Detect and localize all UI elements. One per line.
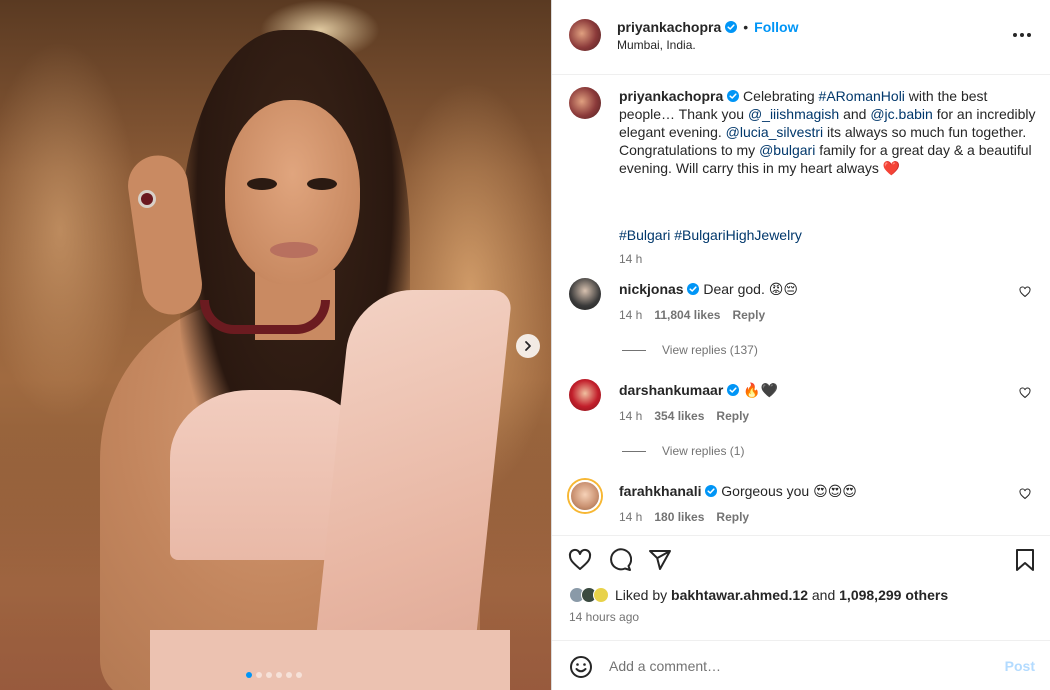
comment-likes[interactable]: 11,804 likes [654,308,720,322]
post-location[interactable]: Mumbai, India. [617,38,696,52]
comment-composer: Post [552,640,1050,690]
carousel-indicator [246,672,302,678]
carousel-dot [276,672,282,678]
heart-emoji: ❤️ [882,160,901,176]
verified-badge-icon [725,21,738,33]
emoji-icon[interactable] [569,655,593,679]
caption-time: 14 h [619,252,643,266]
next-media-button[interactable] [516,334,540,358]
liker-avatar [593,587,609,603]
follow-button[interactable]: Follow [754,19,798,35]
post-actions [552,535,1050,583]
comment-item: farahkhanali Gorgeous you 😍😍😍 14 h 180 l… [569,480,1039,535]
ring [138,190,156,208]
bookmark-icon[interactable] [1013,548,1037,572]
separator: • [743,19,749,35]
view-replies-button[interactable]: View replies (1) [622,444,744,458]
comment-input[interactable] [609,654,989,678]
comment-text: Gorgeous you 😍😍😍 [721,483,857,499]
reply-button[interactable]: Reply [732,308,765,322]
comment-time: 14 h [619,308,643,322]
commenter-username[interactable]: darshankumaar [619,382,723,398]
mention-link[interactable]: @lucia_silvestri [726,124,823,140]
carousel-dot [296,672,302,678]
comment-text: 🔥🖤 [743,382,778,398]
caption-username[interactable]: priyankachopra [619,88,723,104]
comment-item: darshankumaar 🔥🖤 14 h 354 likes Reply [569,379,1039,439]
more-options-button[interactable] [1010,26,1034,44]
others-link[interactable]: 1,098,299 others [839,587,948,603]
author-username[interactable]: priyankachopra [617,19,721,35]
photo-subject [80,30,513,690]
heart-icon[interactable] [1019,286,1031,298]
post-panel: priyankachopra • Follow Mumbai, India. p… [551,0,1050,690]
commenter-avatar[interactable] [569,379,601,411]
caption-text: priyankachopra Celebrating #ARomanHoli w… [619,88,1036,176]
comments-section[interactable]: priyankachopra Celebrating #ARomanHoli w… [552,75,1050,535]
post-timestamp[interactable]: 14 hours ago [569,610,639,624]
caption-hashtags[interactable]: #Bulgari #BulgariHighJewelry [619,227,802,243]
author-avatar[interactable] [569,19,601,51]
commenter-username[interactable]: nickjonas [619,281,684,297]
carousel-dot [246,672,252,678]
comment-icon[interactable] [608,548,632,572]
carousel-dot [286,672,292,678]
hashtag-link[interactable]: #ARomanHoli [819,88,905,104]
comment-text: Dear god. 😡😔 [703,281,798,297]
comment-likes[interactable]: 354 likes [654,409,704,423]
comment-time: 14 h [619,409,643,423]
mention-link[interactable]: @_iiishmagish [748,106,839,122]
verified-badge-icon [705,485,718,497]
verified-badge-icon [727,90,740,102]
more-dots-icon [1013,33,1017,37]
comment-time: 14 h [619,510,643,524]
verified-badge-icon [687,283,700,295]
commenter-avatar[interactable] [569,278,601,310]
post-media[interactable] [0,0,551,690]
chevron-right-icon [525,341,531,351]
comment-item: nickjonas Dear god. 😡😔 14 h 11,804 likes… [569,278,1039,338]
post-comment-button[interactable]: Post [1005,658,1035,674]
heart-icon[interactable] [568,548,592,572]
commenter-avatar[interactable] [569,480,601,512]
mention-link[interactable]: @bulgari [759,142,815,158]
reply-button[interactable]: Reply [716,409,749,423]
share-icon[interactable] [648,548,672,572]
likes-summary: Liked by bakhtawar.ahmed.12 and 1,098,29… [569,587,948,603]
mention-link[interactable]: @jc.babin [870,106,932,122]
comment-likes[interactable]: 180 likes [654,510,704,524]
heart-icon[interactable] [1019,488,1031,500]
reply-button[interactable]: Reply [716,510,749,524]
heart-icon[interactable] [1019,387,1031,399]
caption-avatar[interactable] [569,87,601,119]
view-replies-button[interactable]: View replies (137) [622,343,758,357]
carousel-dot [256,672,262,678]
verified-badge-icon [727,384,740,396]
post-header: priyankachopra • Follow Mumbai, India. [552,0,1050,75]
carousel-dot [266,672,272,678]
necklace [200,300,330,334]
commenter-username[interactable]: farahkhanali [619,483,701,499]
liker-username[interactable]: bakhtawar.ahmed.12 [671,587,808,603]
